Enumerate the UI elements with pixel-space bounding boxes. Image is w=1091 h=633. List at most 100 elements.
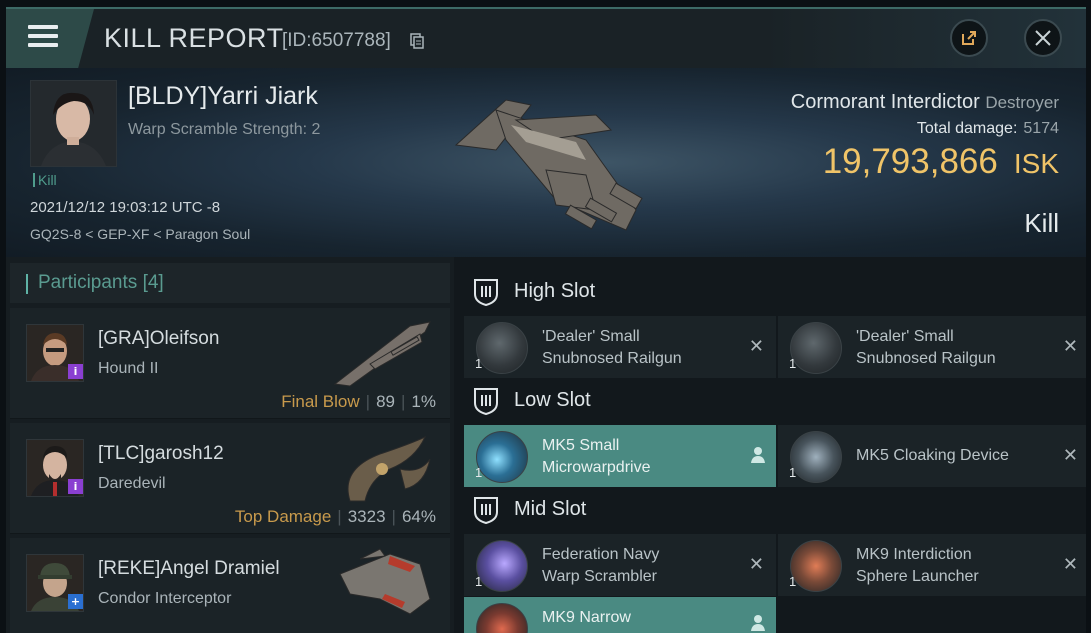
sphere-launcher-icon: [790, 540, 842, 592]
item-name: MK9 Narrow: [542, 607, 742, 629]
item-quantity: 1: [789, 465, 797, 480]
item-quantity: 1: [789, 574, 797, 589]
corp-badge: i: [68, 364, 83, 379]
stat-label: Final Blow: [281, 392, 360, 411]
item-name-line2: Microwarpdrive: [542, 459, 651, 476]
header-bar: KILL REPORT [ID:6507788]: [6, 7, 1086, 68]
menu-button[interactable]: [6, 9, 94, 68]
destroyed-icon: ✕: [1062, 554, 1078, 575]
destroyed-icon: ✕: [748, 336, 764, 357]
participant-row[interactable]: i [TLC]garosh12 Daredevil Top Damage | 332…: [10, 423, 450, 534]
participants-header: Participants [4]: [10, 263, 450, 303]
item-name-line2: Snubnosed Railgun: [856, 350, 996, 367]
report-id: [ID:6507788]: [282, 30, 391, 51]
high-slot-label: High Slot: [514, 280, 596, 302]
share-button[interactable]: [950, 19, 988, 57]
microwarpdrive-icon: [476, 431, 528, 483]
fitting-item[interactable]: 1 Federation Navy Warp Scrambler ✕: [464, 534, 776, 596]
victim-name[interactable]: [BLDY]Yarri Jiark: [128, 82, 318, 111]
participants-count: [4]: [142, 272, 164, 293]
kill-datetime: 2021/12/12 19:03:12 UTC -8: [30, 199, 221, 216]
item-name-line1: Federation Navy: [542, 546, 660, 563]
item-name-line2: Snubnosed Railgun: [542, 350, 682, 367]
isk-unit: ISK: [1013, 148, 1059, 179]
isk-value: 19,793,866 ISK: [823, 142, 1059, 182]
item-name-line1: MK5 Small: [542, 437, 620, 454]
item-name: 'Dealer' Small Snubnosed Railgun: [856, 326, 1056, 370]
participants-bar: [26, 274, 28, 294]
item-name: Federation Navy Warp Scrambler: [542, 544, 742, 588]
item-name: 'Dealer' Small Snubnosed Railgun: [542, 326, 742, 370]
kill-result: Kill: [1024, 208, 1059, 238]
item-name-line1: 'Dealer' Small: [856, 328, 954, 345]
participant-ship-image: [339, 548, 431, 615]
high-slot-header: High Slot: [458, 267, 1086, 315]
warp-scramble-strength: Warp Scramble Strength: 2: [128, 121, 321, 138]
participant-name[interactable]: [GRA]Oleifson: [98, 328, 219, 350]
item-quantity: 1: [475, 574, 483, 589]
participant-ship: Hound II: [98, 360, 159, 377]
item-name-line2: Warp Scrambler: [542, 568, 657, 585]
item-name: MK9 Interdiction Sphere Launcher: [856, 544, 1056, 588]
low-slot-label: Low Slot: [514, 389, 591, 411]
victim-avatar: [31, 81, 116, 166]
copy-icon[interactable]: [410, 33, 424, 49]
stat-label: Top Damage: [234, 507, 332, 526]
railgun-icon: [790, 322, 842, 374]
participant-ship: Daredevil: [98, 475, 166, 492]
destroyed-icon: ✕: [1062, 336, 1078, 357]
kill-report-window: KILL REPORT [ID:6507788] [BLDY]Yarri Jia…: [6, 7, 1086, 633]
close-button[interactable]: [1024, 19, 1062, 57]
item-quantity: 1: [475, 356, 483, 371]
total-damage-label: Total damage:: [916, 120, 1018, 137]
dropped-pilot-icon: [751, 447, 765, 463]
fitting-item[interactable]: 1 MK9 Interdiction Sphere Launcher ✕: [778, 534, 1086, 596]
corp-badge: i: [68, 479, 83, 494]
participant-row[interactable]: + [REKE]Angel Dramiel Condor Interceptor: [10, 538, 450, 633]
fitting-item[interactable]: 1 MK5 Cloaking Device ✕: [778, 425, 1086, 487]
isk-amount: 19,793,866: [822, 142, 998, 181]
item-name-line1: MK9 Narrow: [542, 609, 631, 626]
destroyed-icon: ✕: [1062, 445, 1078, 466]
item-name: MK5 Cloaking Device: [856, 447, 1009, 464]
participants-label: Participants: [38, 272, 138, 293]
item-name-line2: Sphere Launcher: [856, 568, 979, 585]
close-icon: [1035, 30, 1051, 46]
low-slot-header: Low Slot: [458, 376, 1086, 424]
fitting-item[interactable]: 1 'Dealer' Small Snubnosed Railgun ✕: [778, 316, 1086, 378]
page-title: KILL REPORT: [104, 23, 284, 53]
destroyed-icon: ✕: [748, 554, 764, 575]
slot-shield-icon: [474, 497, 498, 525]
total-damage-value: 5174: [1023, 120, 1059, 137]
participant-row[interactable]: i [GRA]Oleifson Hound II Final Blow | 89 | 1…: [10, 308, 450, 419]
mid-slot-header: Mid Slot: [458, 485, 1086, 533]
item-quantity: 1: [475, 465, 483, 480]
fitting-item[interactable]: MK9 Narrow: [464, 597, 776, 633]
fitting-item[interactable]: 1 'Dealer' Small Snubnosed Railgun ✕: [464, 316, 776, 378]
kill-tag: Kill: [33, 172, 57, 188]
item-quantity: 1: [789, 356, 797, 371]
item-name: MK5 Small Microwarpdrive: [542, 435, 742, 479]
victim-ship-image[interactable]: [436, 80, 666, 250]
participant-stats: Final Blow | 89 | 1%: [281, 392, 436, 411]
victim-ship-name[interactable]: Cormorant Interdictor Destroyer: [791, 91, 1059, 114]
hamburger-icon: [28, 25, 58, 47]
ship-class-text: Destroyer: [985, 93, 1059, 112]
slot-shield-icon: [474, 279, 498, 307]
total-damage: Total damage: 5174: [917, 120, 1059, 138]
railgun-icon: [476, 322, 528, 374]
kill-location[interactable]: GQ2S-8 < GEP-XF < Paragon Soul: [30, 226, 250, 242]
fitting-item[interactable]: 1 MK5 Small Microwarpdrive: [464, 425, 776, 487]
webifier-icon: [476, 603, 528, 633]
ship-name-text: Cormorant Interdictor: [790, 91, 980, 113]
item-name-line1: 'Dealer' Small: [542, 328, 640, 345]
cloaking-device-icon: [790, 431, 842, 483]
participant-name[interactable]: [TLC]garosh12: [98, 443, 224, 465]
damage-percent: 1%: [411, 392, 436, 411]
damage-percent: 64%: [401, 507, 436, 526]
participant-name[interactable]: [REKE]Angel Dramiel: [98, 558, 280, 580]
victim-portrait[interactable]: [30, 80, 117, 167]
participant-ship-image: [333, 321, 431, 387]
damage-value: 89: [376, 392, 395, 411]
slot-shield-icon: [474, 388, 498, 416]
